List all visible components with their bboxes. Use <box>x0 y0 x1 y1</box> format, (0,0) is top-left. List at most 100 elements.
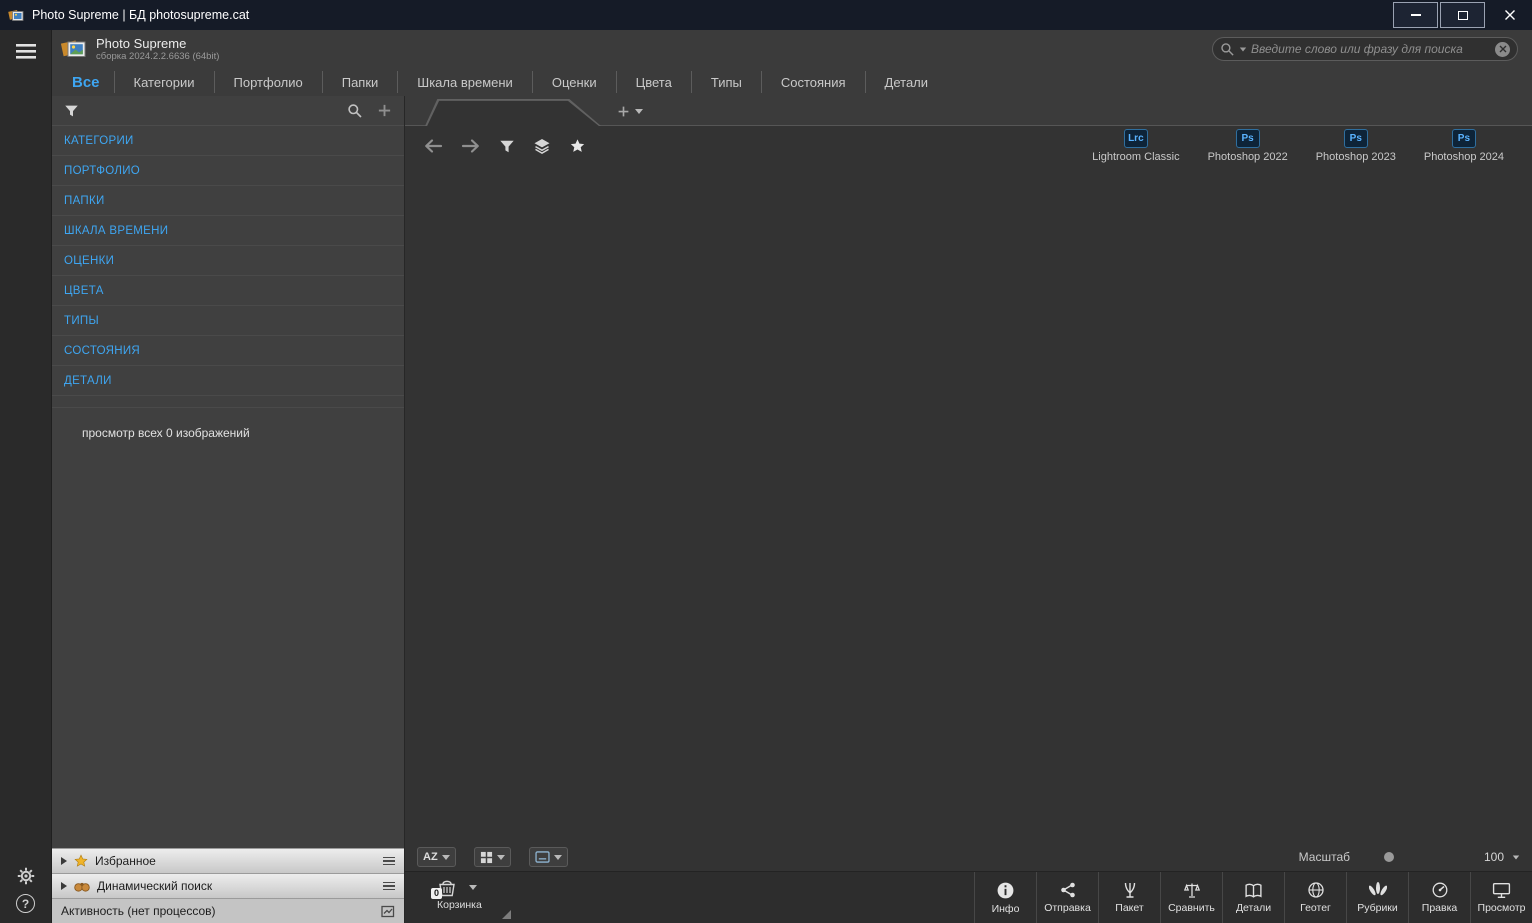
action-label: Пакет <box>1115 902 1144 914</box>
launcher-photoshop-2023[interactable]: Ps Photoshop 2023 <box>1316 129 1396 163</box>
action-info[interactable]: Инфо <box>974 872 1036 923</box>
tab-portfolio[interactable]: Портфолио <box>215 71 323 93</box>
minimize-button[interactable] <box>1393 2 1438 28</box>
basket-dropdown-caret-icon[interactable] <box>469 885 477 890</box>
panel-menu-icon[interactable] <box>383 881 395 891</box>
launcher-lightroom-classic[interactable]: Lrc Lightroom Classic <box>1092 129 1180 163</box>
layers-icon[interactable] <box>533 138 551 154</box>
dynamic-search-label: Динамический поиск <box>97 879 213 893</box>
action-compare[interactable]: Сравнить <box>1160 872 1222 923</box>
tab-ratings[interactable]: Оценки <box>533 71 617 93</box>
app-name: Photo Supreme <box>96 35 187 51</box>
catalog-item-timeline[interactable]: ШКАЛА ВРЕМЕНИ <box>52 216 404 246</box>
gear-icon[interactable] <box>16 866 36 886</box>
catalog-item-states[interactable]: СОСТОЯНИЯ <box>52 336 404 366</box>
binoculars-icon <box>74 882 90 892</box>
thumbnail-info-button[interactable] <box>528 847 568 867</box>
panel-menu-icon[interactable] <box>383 856 395 866</box>
sort-order-button[interactable]: AZ <box>417 847 456 867</box>
action-batch[interactable]: Пакет <box>1098 872 1160 923</box>
basket-icon-wrap[interactable]: 0 <box>431 878 457 899</box>
tab-all[interactable]: Все <box>64 71 115 93</box>
clear-x-icon <box>1499 45 1506 53</box>
filter-funnel-icon[interactable] <box>64 104 79 118</box>
filter-funnel-icon[interactable] <box>499 139 515 154</box>
search-list-icon[interactable] <box>347 103 363 119</box>
action-label: Правка <box>1421 902 1458 914</box>
dynamic-search-panel-header[interactable]: Динамический поиск <box>52 873 404 898</box>
zoom-caret-icon[interactable] <box>1512 855 1520 859</box>
titlebar[interactable]: Photo Supreme | БД photosupreme.cat <box>0 0 1532 30</box>
zoom-label: Масштаб <box>1298 850 1350 864</box>
launcher-label: Photoshop 2022 <box>1207 151 1288 163</box>
action-rubrics[interactable]: Рубрики <box>1346 872 1408 923</box>
catalog-item-types[interactable]: ТИПЫ <box>52 306 404 336</box>
bottom-action-bar: 0 Корзинка Инфо Отправка Пакет Сравнить … <box>405 871 1532 923</box>
tab-list-caret-icon[interactable] <box>635 109 643 114</box>
tab-types[interactable]: Типы <box>692 71 762 93</box>
hamburger-menu-icon[interactable] <box>15 43 37 60</box>
new-tab-plus-icon[interactable] <box>617 105 630 118</box>
close-icon <box>1504 10 1515 20</box>
activity-bar[interactable]: Активность (нет процессов) <box>52 898 404 923</box>
catalog-panel: КАТЕГОРИИ ПОРТФОЛИО ПАПКИ ШКАЛА ВРЕМЕНИ … <box>52 96 405 923</box>
close-button[interactable] <box>1487 2 1532 28</box>
collection-tab-active[interactable] <box>425 99 601 126</box>
favorites-panel-header[interactable]: Избранное <box>52 848 404 873</box>
action-send[interactable]: Отправка <box>1036 872 1098 923</box>
search-scope-caret-icon[interactable] <box>1239 47 1247 51</box>
back-arrow-icon[interactable] <box>423 138 443 154</box>
tab-colors[interactable]: Цвета <box>617 71 692 93</box>
action-view[interactable]: Просмотр <box>1470 872 1532 923</box>
maximize-button[interactable] <box>1440 2 1485 28</box>
expand-triangle-icon <box>61 882 67 890</box>
search-clear-button[interactable] <box>1495 41 1510 57</box>
search-icon[interactable] <box>1220 42 1235 57</box>
tab-details[interactable]: Детали <box>866 71 948 93</box>
catalog-item-categories[interactable]: КАТЕГОРИИ <box>52 126 404 156</box>
catalog-item-details[interactable]: ДЕТАЛИ <box>52 366 404 396</box>
action-geotag[interactable]: Геотег <box>1284 872 1346 923</box>
caret-down-icon <box>496 854 505 860</box>
search-input[interactable] <box>1251 42 1491 56</box>
launcher-label: Lightroom Classic <box>1092 151 1180 163</box>
search-box[interactable] <box>1212 37 1518 61</box>
browser-toolbar: Lrc Lightroom Classic Ps Photoshop 2022 … <box>405 126 1532 166</box>
launcher-label: Photoshop 2023 <box>1315 151 1396 163</box>
app-logo-icon <box>8 9 24 21</box>
activity-log-icon[interactable] <box>381 905 395 918</box>
action-edit[interactable]: Правка <box>1408 872 1470 923</box>
tab-folders[interactable]: Папки <box>323 71 399 93</box>
launcher-photoshop-2022[interactable]: Ps Photoshop 2022 <box>1208 129 1288 163</box>
photoshop-badge: Ps <box>1235 129 1260 148</box>
caret-down-icon <box>553 854 562 860</box>
zoom-slider-knob[interactable] <box>1384 852 1394 862</box>
tab-states[interactable]: Состояния <box>762 71 866 93</box>
book-icon <box>1245 883 1262 898</box>
catalog-item-folders[interactable]: ПАПКИ <box>52 186 404 216</box>
catalog-item-colors[interactable]: ЦВЕТА <box>52 276 404 306</box>
app-window: Photo Supreme | БД photosupreme.cat ? Ph… <box>0 0 1532 923</box>
app-header: Photo Supreme сборка 2024.2.2.6636 (64bi… <box>52 30 1532 68</box>
tab-categories[interactable]: Категории <box>115 71 215 93</box>
launcher-photoshop-2024[interactable]: Ps Photoshop 2024 <box>1424 129 1504 163</box>
help-icon[interactable]: ? <box>16 894 35 913</box>
resize-grip[interactable] <box>502 910 511 919</box>
fan-icon <box>1368 882 1387 896</box>
star-icon <box>74 854 88 867</box>
catalog-item-portfolio[interactable]: ПОРТФОЛИО <box>52 156 404 186</box>
tab-timeline[interactable]: Шкала времени <box>398 71 533 93</box>
view-mode-button[interactable] <box>473 847 511 867</box>
star-icon[interactable] <box>569 138 586 154</box>
catalog-item-ratings[interactable]: ОЦЕНКИ <box>52 246 404 276</box>
action-details[interactable]: Детали <box>1222 872 1284 923</box>
batch-icon <box>1124 882 1135 898</box>
add-plus-icon[interactable] <box>377 103 392 118</box>
globe-icon <box>1307 882 1324 898</box>
basket-section[interactable]: 0 Корзинка <box>405 872 525 923</box>
nav-tabrow: Все Категории Портфолио Папки Шкала врем… <box>52 68 1532 96</box>
forward-arrow-icon[interactable] <box>461 138 481 154</box>
action-buttons: Инфо Отправка Пакет Сравнить Детали Геот… <box>974 872 1532 923</box>
view-all-images-link[interactable]: просмотр всех 0 изображений <box>52 408 404 440</box>
tab-face <box>427 100 599 126</box>
